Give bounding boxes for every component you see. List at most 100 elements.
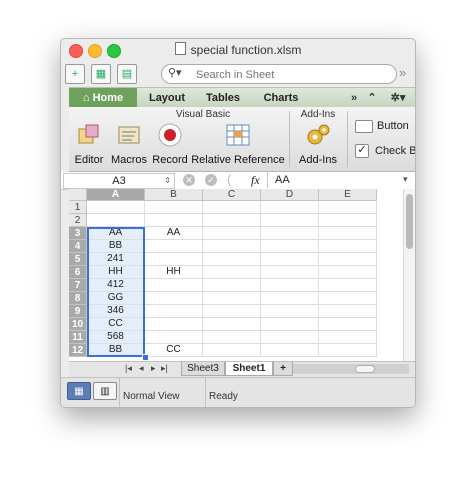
select-all-corner[interactable]: [69, 189, 87, 201]
cell-a9[interactable]: 346: [87, 305, 145, 318]
tab-tables[interactable]: Tables: [197, 88, 249, 108]
search-input[interactable]: [194, 66, 393, 83]
cell-b7[interactable]: [145, 279, 203, 292]
cell-a8[interactable]: GG: [87, 292, 145, 305]
row-header-2[interactable]: 2: [69, 214, 87, 227]
sheet-nav-first-icon[interactable]: |◂: [125, 363, 132, 374]
formula-value[interactable]: AA: [275, 174, 290, 186]
cell-b11[interactable]: [145, 331, 203, 344]
minimize-button[interactable]: [88, 44, 102, 58]
cell-c1[interactable]: [203, 201, 261, 214]
name-box[interactable]: A3 ⇕: [63, 173, 175, 189]
cell-d11[interactable]: [261, 331, 319, 344]
cell-b10[interactable]: [145, 318, 203, 331]
cell-a5[interactable]: 241: [87, 253, 145, 266]
cell-a7[interactable]: 412: [87, 279, 145, 292]
row-header-11[interactable]: 11: [69, 331, 87, 344]
cell-c8[interactable]: [203, 292, 261, 305]
tabs-more-icon[interactable]: »: [345, 88, 363, 108]
cell-e2[interactable]: [319, 214, 377, 227]
row-header-7[interactable]: 7: [69, 279, 87, 292]
tab-charts[interactable]: Charts: [253, 88, 309, 108]
tab-layout[interactable]: Layout: [141, 88, 193, 108]
row-header-9[interactable]: 9: [69, 305, 87, 318]
horizontal-scrollbar[interactable]: [293, 364, 409, 374]
cell-c6[interactable]: [203, 266, 261, 279]
cell-d5[interactable]: [261, 253, 319, 266]
close-button[interactable]: [69, 44, 83, 58]
sheet-nav-last-icon[interactable]: ▸|: [161, 363, 168, 374]
column-header-e[interactable]: E: [319, 189, 377, 201]
row-header-4[interactable]: 4: [69, 240, 87, 253]
cell-d10[interactable]: [261, 318, 319, 331]
column-header-c[interactable]: C: [203, 189, 261, 201]
cell-a11[interactable]: 568: [87, 331, 145, 344]
cell-b3[interactable]: AA: [145, 227, 203, 240]
cell-a12[interactable]: BB: [87, 344, 145, 357]
horizontal-scroll-thumb[interactable]: [355, 365, 375, 373]
collapse-ribbon-icon[interactable]: ⌃: [363, 88, 381, 108]
cell-d3[interactable]: [261, 227, 319, 240]
macros-button[interactable]: Macros: [109, 123, 149, 166]
cell-c7[interactable]: [203, 279, 261, 292]
cell-e7[interactable]: [319, 279, 377, 292]
zoom-button[interactable]: [107, 44, 121, 58]
cell-c9[interactable]: [203, 305, 261, 318]
cell-a3[interactable]: AA: [87, 227, 145, 240]
cell-b1[interactable]: [145, 201, 203, 214]
form-check-box-control[interactable]: ✓ Check Bo: [355, 144, 415, 158]
sheet-tab-sheet3[interactable]: Sheet3: [181, 362, 225, 376]
cell-d12[interactable]: [261, 344, 319, 357]
sheet-nav-prev-icon[interactable]: ◂: [139, 363, 144, 374]
cell-b5[interactable]: [145, 253, 203, 266]
cell-d6[interactable]: [261, 266, 319, 279]
cell-c10[interactable]: [203, 318, 261, 331]
cell-e12[interactable]: [319, 344, 377, 357]
cell-b6[interactable]: HH: [145, 266, 203, 279]
vertical-scroll-thumb[interactable]: [406, 194, 413, 249]
cell-c11[interactable]: [203, 331, 261, 344]
row-header-6[interactable]: 6: [69, 266, 87, 279]
cancel-entry-icon[interactable]: ✕: [183, 174, 195, 186]
cell-e9[interactable]: [319, 305, 377, 318]
cell-b9[interactable]: [145, 305, 203, 318]
vertical-scrollbar[interactable]: [403, 189, 415, 361]
cell-a1[interactable]: [87, 201, 145, 214]
sheet-nav-next-icon[interactable]: ▸: [151, 363, 156, 374]
cell-e1[interactable]: [319, 201, 377, 214]
add-ins-button[interactable]: Add-Ins: [293, 123, 343, 166]
column-header-b[interactable]: B: [145, 189, 203, 201]
page-layout-view-button[interactable]: ▥: [93, 382, 117, 400]
search-field[interactable]: ⚲▾: [161, 64, 397, 84]
cell-d8[interactable]: [261, 292, 319, 305]
cell-a4[interactable]: BB: [87, 240, 145, 253]
open-folder-icon[interactable]: ▤: [117, 64, 137, 84]
normal-view-button[interactable]: ▦: [67, 382, 91, 400]
ribbon-settings-icon[interactable]: ✲▾: [385, 88, 411, 108]
expand-formula-icon[interactable]: ▾: [403, 174, 408, 185]
row-header-10[interactable]: 10: [69, 318, 87, 331]
row-header-8[interactable]: 8: [69, 292, 87, 305]
cell-c3[interactable]: [203, 227, 261, 240]
cell-c12[interactable]: [203, 344, 261, 357]
sheet-tab-sheet1[interactable]: Sheet1: [225, 362, 273, 376]
row-header-3[interactable]: 3: [69, 227, 87, 240]
cell-c4[interactable]: [203, 240, 261, 253]
cell-e3[interactable]: [319, 227, 377, 240]
cell-b4[interactable]: [145, 240, 203, 253]
editor-button[interactable]: Editor: [71, 123, 107, 166]
cell-d4[interactable]: [261, 240, 319, 253]
form-button-control[interactable]: Button: [355, 119, 415, 133]
spreadsheet-grid[interactable]: A B C D E 1 2 3 AA AA 4 BB 5 241 6 HH HH 7 412 8 GG 9 346 10 CC 1…: [69, 189, 403, 361]
cell-e4[interactable]: [319, 240, 377, 253]
relative-reference-button[interactable]: Relative Reference: [191, 123, 285, 166]
cell-a10[interactable]: CC: [87, 318, 145, 331]
cell-e5[interactable]: [319, 253, 377, 266]
row-header-5[interactable]: 5: [69, 253, 87, 266]
cell-a6[interactable]: HH: [87, 266, 145, 279]
tab-home[interactable]: ⌂ Home: [69, 88, 137, 108]
column-header-d[interactable]: D: [261, 189, 319, 201]
record-macro-button[interactable]: Record: [151, 123, 189, 166]
cell-e8[interactable]: [319, 292, 377, 305]
cell-e11[interactable]: [319, 331, 377, 344]
